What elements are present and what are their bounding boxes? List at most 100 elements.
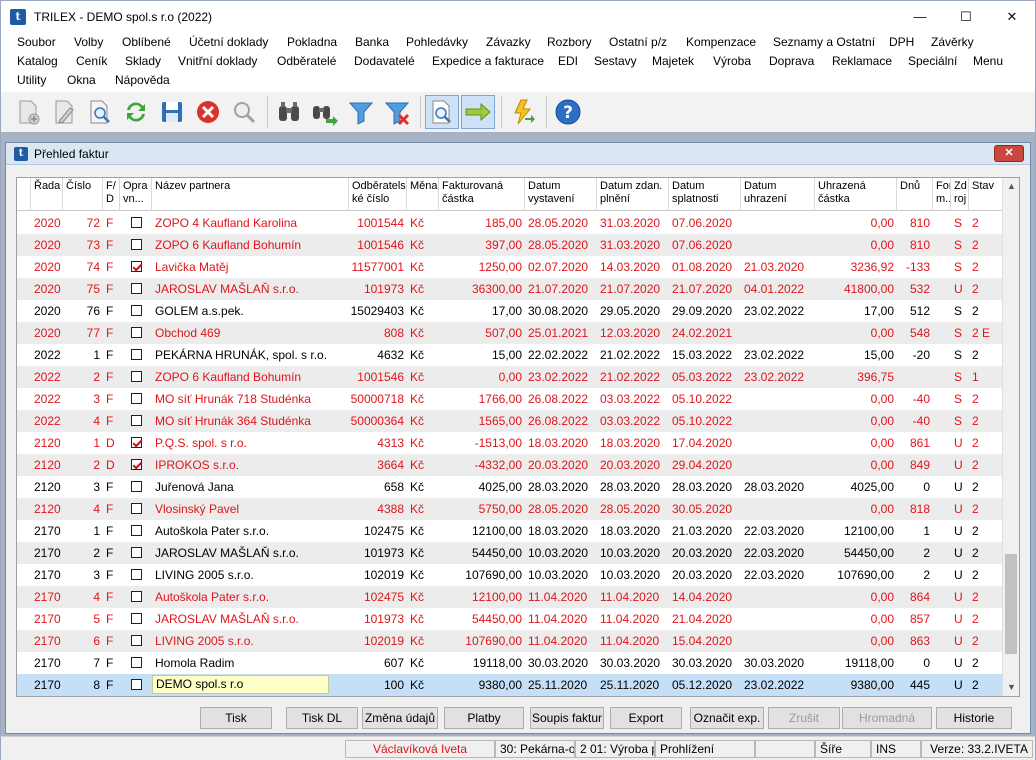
- minimize-button[interactable]: —: [897, 1, 943, 33]
- table-row[interactable]: 2020 74 F Lavička Matěj 11577001 Kč 1250,00 02.…: [17, 256, 1003, 278]
- column-header-uhrc[interactable]: Uhrazená částka: [815, 178, 897, 211]
- refresh-icon[interactable]: [119, 95, 153, 129]
- opravna-checkbox[interactable]: [131, 327, 142, 338]
- table-row[interactable]: 2170 6 F LIVING 2005 s.r.o. 102019 Kč 107690,0…: [17, 630, 1003, 652]
- column-header-fd[interactable]: F/ D: [103, 178, 120, 211]
- opravna-checkbox[interactable]: [131, 525, 142, 536]
- table-row[interactable]: 2120 4 F Vlosinský Pavel 4388 Kč 5750,00 28.05.…: [17, 498, 1003, 520]
- menu-item[interactable]: Menu: [973, 54, 1003, 68]
- table-row[interactable]: 2020 72 F ZOPO 4 Kaufland Karolina 1001544 Kč…: [17, 212, 1003, 234]
- document-view-icon[interactable]: [425, 95, 459, 129]
- table-row[interactable]: 2020 76 F GOLEM a.s.pek. 15029403 Kč 17,00 30.0…: [17, 300, 1003, 322]
- invoice-grid[interactable]: Řada Číslo F/ D Opra vn... Název partnera Odb…: [16, 177, 1020, 697]
- opravna-checkbox[interactable]: [131, 283, 142, 294]
- save-icon[interactable]: [155, 95, 189, 129]
- table-row[interactable]: 2020 77 F Obchod 469 808 Kč 507,00 25.01.2021 12…: [17, 322, 1003, 344]
- menu-item[interactable]: Okna: [67, 73, 96, 87]
- menu-item[interactable]: Reklamace: [832, 54, 892, 68]
- column-header-vyst[interactable]: Datum vystavení: [525, 178, 597, 211]
- menu-item[interactable]: Katalog: [17, 54, 58, 68]
- menu-item[interactable]: Dodavatelé: [354, 54, 415, 68]
- menu-item[interactable]: Oblíbené: [122, 35, 171, 49]
- binoculars-next-icon[interactable]: [308, 95, 342, 129]
- opravna-checkbox[interactable]: [131, 305, 142, 316]
- opravna-checkbox[interactable]: [131, 371, 142, 382]
- menu-item[interactable]: Utility: [17, 73, 46, 87]
- menu-item[interactable]: Výroba: [713, 54, 751, 68]
- button-0[interactable]: Tisk: [200, 707, 272, 729]
- scroll-down-icon[interactable]: ▼: [1003, 679, 1019, 696]
- button-4[interactable]: Soupis faktur: [530, 707, 604, 729]
- opravna-checkbox[interactable]: [131, 459, 142, 470]
- menu-item[interactable]: Volby: [74, 35, 103, 49]
- opravna-checkbox[interactable]: [131, 569, 142, 580]
- button-3[interactable]: Platby: [444, 707, 524, 729]
- button-2[interactable]: Změna údajů: [362, 707, 438, 729]
- preview-document-icon[interactable]: [83, 95, 117, 129]
- table-row[interactable]: 2020 75 F JAROSLAV MAŠLAŇ s.r.o. 101973 Kč 363…: [17, 278, 1003, 300]
- filter-icon[interactable]: [344, 95, 378, 129]
- table-row[interactable]: 2170 2 F JAROSLAV MAŠLAŇ s.r.o. 101973 Kč 5445…: [17, 542, 1003, 564]
- button-6[interactable]: Označit exp.: [690, 707, 764, 729]
- arrow-export-icon[interactable]: [461, 95, 495, 129]
- row-indicator-header[interactable]: [17, 178, 31, 211]
- column-header-mena[interactable]: Měna: [407, 178, 439, 211]
- table-row[interactable]: 2120 1 D P.Q.S. spol. s r.o. 4313 Kč -1513,00 1…: [17, 432, 1003, 454]
- table-row[interactable]: 2170 1 F Autoškola Pater s.r.o. 102475 Kč 1210…: [17, 520, 1003, 542]
- opravna-checkbox[interactable]: [131, 239, 142, 250]
- menu-item[interactable]: Banka: [355, 35, 389, 49]
- column-header-rada[interactable]: Řada: [31, 178, 63, 211]
- table-row[interactable]: 2170 5 F JAROSLAV MAŠLAŇ s.r.o. 101973 Kč 5445…: [17, 608, 1003, 630]
- opravna-checkbox[interactable]: [131, 261, 142, 272]
- button-5[interactable]: Export: [610, 707, 682, 729]
- table-row[interactable]: 2120 3 F Juřenová Jana 658 Kč 4025,00 28.03.202…: [17, 476, 1003, 498]
- menu-item[interactable]: Sklady: [125, 54, 161, 68]
- menu-item[interactable]: Ceník: [76, 54, 107, 68]
- table-row[interactable]: 2022 2 F ZOPO 6 Kaufland Bohumín 1001546 Kč 0,…: [17, 366, 1003, 388]
- scroll-thumb[interactable]: [1005, 554, 1017, 654]
- menu-item[interactable]: Ostatní p/z: [609, 35, 667, 49]
- opravna-checkbox[interactable]: [131, 503, 142, 514]
- button-7[interactable]: Zrušit: [768, 707, 840, 729]
- table-row[interactable]: 2022 4 F MO síť Hrunák 364 Studénka 50000364…: [17, 410, 1003, 432]
- binoculars-icon[interactable]: [272, 95, 306, 129]
- opravna-checkbox[interactable]: [131, 613, 142, 624]
- table-row[interactable]: 2020 73 F ZOPO 6 Kaufland Bohumín 1001546 Kč 3…: [17, 234, 1003, 256]
- menu-item[interactable]: Odběratelé: [277, 54, 336, 68]
- opravna-checkbox[interactable]: [131, 635, 142, 646]
- menu-item[interactable]: Seznamy a Ostatní: [773, 35, 875, 49]
- menu-item[interactable]: Pokladna: [287, 35, 337, 49]
- table-row-selected[interactable]: 2170 8 F DEMO spol.s r.o 100 Kč 9380,00 25.11.2…: [17, 674, 1003, 696]
- menu-item[interactable]: Vnitřní doklady: [178, 54, 257, 68]
- remove-filter-icon[interactable]: [380, 95, 414, 129]
- vertical-scrollbar[interactable]: ▲ ▼: [1002, 178, 1019, 696]
- button-9[interactable]: Historie: [936, 707, 1012, 729]
- edit-document-icon[interactable]: [47, 95, 81, 129]
- help-icon[interactable]: ?: [551, 95, 585, 129]
- lightning-icon[interactable]: [506, 95, 540, 129]
- close-button[interactable]: ✕: [989, 1, 1035, 33]
- menu-item[interactable]: EDI: [558, 54, 578, 68]
- menu-item[interactable]: Doprava: [769, 54, 814, 68]
- column-header-form[interactable]: For m...: [933, 178, 951, 211]
- table-row[interactable]: 2170 7 F Homola Radim 607 Kč 19118,00 30.03.202…: [17, 652, 1003, 674]
- menu-item[interactable]: Závazky: [486, 35, 531, 49]
- menu-item[interactable]: Majetek: [652, 54, 694, 68]
- column-header-castka[interactable]: Fakturovaná částka: [439, 178, 525, 211]
- partner-edit-field[interactable]: DEMO spol.s r.o: [152, 675, 329, 694]
- menu-item[interactable]: Sestavy: [594, 54, 637, 68]
- column-header-partner[interactable]: Název partnera: [152, 178, 349, 211]
- column-header-zdroj[interactable]: Zd roj: [951, 178, 969, 211]
- menu-item[interactable]: Závěrky: [931, 35, 974, 49]
- menu-item[interactable]: Kompenzace: [686, 35, 756, 49]
- table-row[interactable]: 2022 3 F MO síť Hrunák 718 Studénka 50000718…: [17, 388, 1003, 410]
- column-header-dnu[interactable]: Dnů: [897, 178, 933, 211]
- menu-item[interactable]: Účetní doklady: [189, 35, 268, 49]
- table-row[interactable]: 2022 1 F PEKÁRNA HRUNÁK, spol. s r.o. 4632 Kč…: [17, 344, 1003, 366]
- column-header-opr[interactable]: Opra vn...: [120, 178, 152, 211]
- menu-item[interactable]: Expedice a fakturace: [432, 54, 544, 68]
- column-header-stav[interactable]: Stav: [969, 178, 1003, 211]
- table-row[interactable]: 2170 4 F Autoškola Pater s.r.o. 102475 Kč 1210…: [17, 586, 1003, 608]
- column-header-odb[interactable]: Odběratels ké číslo: [349, 178, 407, 211]
- menu-item[interactable]: Rozbory: [547, 35, 592, 49]
